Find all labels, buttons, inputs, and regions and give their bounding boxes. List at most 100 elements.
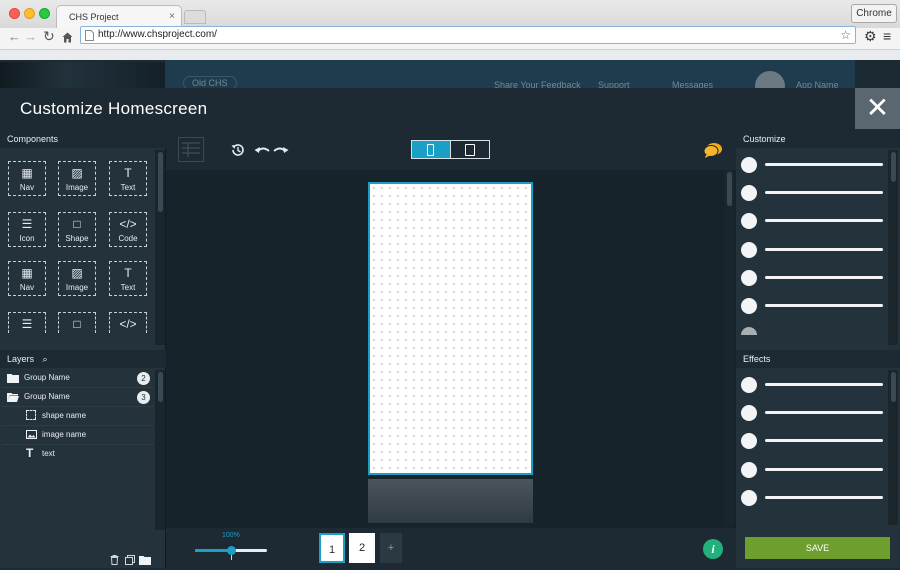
- tab-close-icon[interactable]: ×: [169, 11, 175, 22]
- new-tab-button[interactable]: [184, 10, 206, 24]
- layers-scrollbar[interactable]: [155, 370, 165, 530]
- effects-slider[interactable]: [741, 489, 883, 506]
- home-icon[interactable]: [62, 30, 73, 48]
- menu-icon[interactable]: ≡: [883, 28, 891, 44]
- page-2-button[interactable]: 2: [349, 533, 375, 563]
- component-icon[interactable]: ☰ Icon: [8, 212, 46, 247]
- zoom-slider[interactable]: [195, 546, 267, 555]
- slider-track: [765, 219, 883, 223]
- component-image[interactable]: ▨ Image: [58, 261, 96, 296]
- chat-bubble-icon[interactable]: [703, 142, 723, 163]
- layer-label: shape name: [42, 411, 87, 420]
- save-button[interactable]: SAVE: [745, 537, 890, 559]
- info-icon[interactable]: i: [703, 539, 723, 559]
- effects-scrollbar[interactable]: [888, 370, 898, 525]
- slider-knob[interactable]: [741, 185, 757, 202]
- delete-layer-icon[interactable]: [110, 552, 119, 570]
- chrome-user-button[interactable]: Chrome: [851, 4, 897, 23]
- page-icon: [85, 30, 94, 44]
- customize-slider[interactable]: [741, 269, 883, 286]
- components-scrollbar[interactable]: [155, 150, 165, 345]
- slider-knob[interactable]: [741, 433, 757, 450]
- component-label: Icon: [19, 234, 35, 243]
- address-bar[interactable]: http://www.chsproject.com/ ☆: [80, 26, 856, 44]
- next-screen-preview[interactable]: [368, 479, 533, 523]
- effects-slider[interactable]: [741, 377, 883, 393]
- customize-scrollbar[interactable]: [888, 150, 898, 345]
- minimize-window-dot[interactable]: [24, 8, 35, 19]
- effects-heading: Effects: [736, 350, 900, 368]
- layout-thumbnail-icon[interactable]: [178, 137, 204, 162]
- new-folder-icon[interactable]: [139, 552, 151, 570]
- customize-slider[interactable]: [741, 213, 883, 230]
- component-label: Nav: [19, 283, 35, 292]
- add-page-button[interactable]: +: [380, 533, 402, 563]
- layers-title: Layers: [7, 354, 35, 364]
- slider-knob[interactable]: [741, 269, 757, 286]
- customize-slider[interactable]: [741, 185, 883, 202]
- slider-track: [765, 247, 883, 251]
- slider-knob[interactable]: [741, 489, 757, 506]
- folder-open-icon: [7, 392, 19, 404]
- text-icon: T: [26, 446, 34, 460]
- component-partial[interactable]: </>: [109, 312, 147, 333]
- duplicate-layer-icon[interactable]: [125, 552, 135, 570]
- close-modal-button[interactable]: ✕: [855, 88, 900, 129]
- customize-slider[interactable]: [741, 298, 883, 314]
- history-icon[interactable]: [230, 142, 246, 163]
- customize-slider[interactable]: [741, 241, 883, 258]
- zoom-label: 100%: [222, 532, 240, 539]
- component-nav[interactable]: ▦ Nav: [8, 261, 46, 296]
- forward-icon[interactable]: →: [24, 29, 37, 44]
- component-image[interactable]: ▨ Image: [58, 161, 96, 196]
- close-window-dot[interactable]: [9, 8, 20, 19]
- slider-knob[interactable]: [741, 157, 757, 173]
- browser-tab[interactable]: CHS Project ×: [56, 5, 182, 28]
- slider-track: [765, 191, 883, 195]
- phone-view-toggle[interactable]: [411, 140, 450, 159]
- nav-component-icon: ▦: [21, 166, 33, 180]
- reload-icon[interactable]: ↻: [43, 28, 55, 45]
- layers-heading: Layers ⌕: [0, 350, 166, 368]
- undo-icon[interactable]: [254, 144, 270, 162]
- slider-knob[interactable]: [741, 213, 757, 230]
- canvas-scrollbar[interactable]: [724, 170, 734, 526]
- zoom-tick: [231, 555, 232, 560]
- layer-group[interactable]: Group Name 2: [2, 369, 154, 388]
- bookmark-star-icon[interactable]: ☆: [840, 28, 851, 42]
- component-text[interactable]: T Text: [109, 161, 147, 196]
- component-text[interactable]: T Text: [109, 261, 147, 296]
- component-nav[interactable]: ▦ Nav: [8, 161, 46, 196]
- component-label: Code: [118, 234, 138, 243]
- effects-slider[interactable]: [741, 405, 883, 422]
- slider-track: [765, 411, 883, 415]
- layer-item[interactable]: image name: [2, 426, 154, 445]
- slider-knob[interactable]: [741, 461, 757, 478]
- component-partial[interactable]: ☰: [8, 312, 46, 333]
- slider-track: [765, 163, 883, 166]
- component-shape[interactable]: □ Shape: [58, 212, 96, 247]
- slider-knob[interactable]: [741, 377, 757, 393]
- effects-slider[interactable]: [741, 433, 883, 450]
- layer-group[interactable]: Group Name 3: [2, 388, 154, 407]
- back-icon[interactable]: ←: [8, 29, 21, 44]
- phone-canvas[interactable]: [368, 182, 533, 475]
- components-heading: Components: [0, 130, 166, 148]
- page-1-button[interactable]: 1: [319, 533, 345, 563]
- slider-knob[interactable]: [741, 405, 757, 422]
- layer-item[interactable]: shape name: [2, 407, 154, 426]
- effects-slider[interactable]: [741, 461, 883, 478]
- redo-icon[interactable]: [273, 144, 289, 162]
- slider-knob[interactable]: [741, 241, 757, 258]
- customize-slider[interactable]: [741, 157, 883, 173]
- settings-gear-icon[interactable]: ⚙: [864, 28, 877, 45]
- maximize-window-dot[interactable]: [39, 8, 50, 19]
- layer-item[interactable]: T text: [2, 445, 154, 464]
- layers-search-icon[interactable]: ⌕: [43, 354, 48, 364]
- tablet-view-toggle[interactable]: [450, 140, 490, 159]
- slider-knob[interactable]: [741, 298, 757, 314]
- component-partial[interactable]: □: [58, 312, 96, 333]
- layer-count-badge: 2: [137, 372, 150, 385]
- component-code[interactable]: </> Code: [109, 212, 147, 247]
- shape-component-icon: □: [73, 217, 81, 231]
